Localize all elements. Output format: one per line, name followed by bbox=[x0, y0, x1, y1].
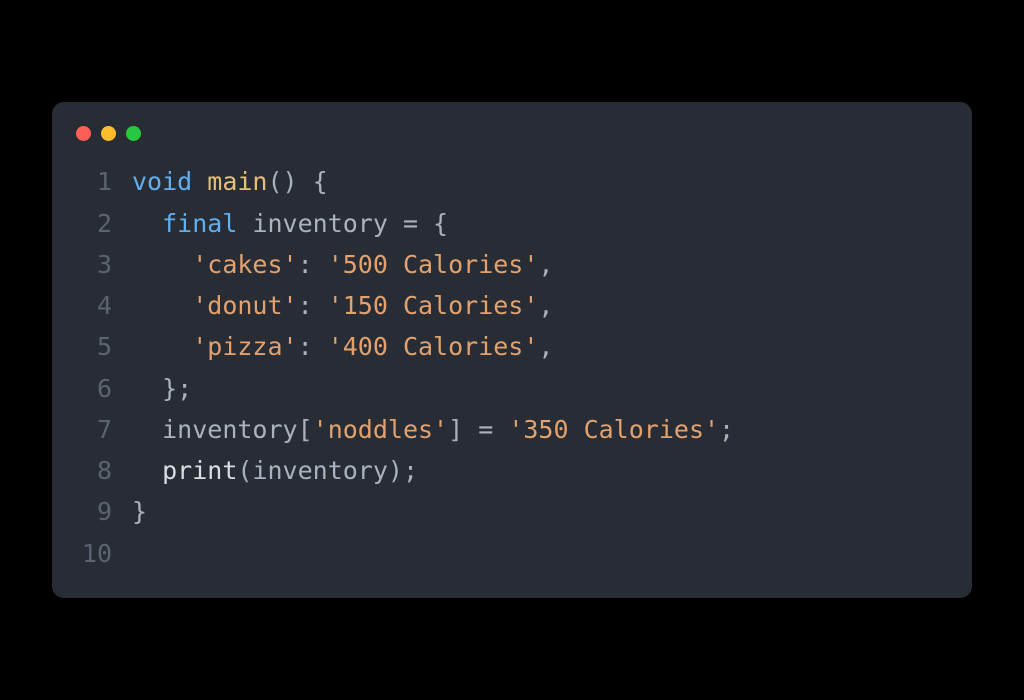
code-token: inventory bbox=[252, 456, 387, 485]
window-controls bbox=[52, 126, 972, 161]
code-line[interactable]: 1 void main() { bbox=[52, 161, 972, 202]
code-line[interactable]: 3 'cakes': '500 Calories', bbox=[52, 244, 972, 285]
code-token: 'noddles' bbox=[313, 415, 448, 444]
code-token: inventory bbox=[252, 209, 387, 238]
code-token: '350 Calories' bbox=[508, 415, 719, 444]
code-token: : bbox=[298, 332, 328, 361]
code-token bbox=[132, 332, 192, 361]
line-number: 5 bbox=[76, 326, 112, 367]
code-token: }; bbox=[132, 374, 192, 403]
code-token: ( bbox=[237, 456, 252, 485]
code-token: final bbox=[162, 209, 237, 238]
line-content[interactable]: final inventory = { bbox=[132, 203, 448, 244]
code-token: ] = bbox=[448, 415, 508, 444]
line-number: 9 bbox=[76, 491, 112, 532]
code-token: : bbox=[298, 291, 328, 320]
code-token bbox=[132, 250, 192, 279]
code-line[interactable]: 2 final inventory = { bbox=[52, 203, 972, 244]
code-token: '400 Calories' bbox=[328, 332, 539, 361]
code-token: inventory bbox=[162, 415, 297, 444]
code-line[interactable]: 5 'pizza': '400 Calories', bbox=[52, 326, 972, 367]
code-token: , bbox=[538, 332, 553, 361]
code-token: void bbox=[132, 167, 192, 196]
code-token: 'donut' bbox=[192, 291, 297, 320]
code-editor-window: 1void main() {2 final inventory = {3 'ca… bbox=[52, 102, 972, 598]
code-token: 'pizza' bbox=[192, 332, 297, 361]
line-number: 3 bbox=[76, 244, 112, 285]
code-token: ; bbox=[719, 415, 734, 444]
line-content[interactable]: print(inventory); bbox=[132, 450, 418, 491]
line-number: 4 bbox=[76, 285, 112, 326]
code-token: () { bbox=[268, 167, 328, 196]
code-line[interactable]: 10 bbox=[52, 533, 972, 574]
line-number: 7 bbox=[76, 409, 112, 450]
line-content[interactable]: }; bbox=[132, 368, 192, 409]
close-icon[interactable] bbox=[76, 126, 91, 141]
line-content[interactable]: 'pizza': '400 Calories', bbox=[132, 326, 553, 367]
code-token: [ bbox=[298, 415, 313, 444]
line-number: 10 bbox=[76, 533, 112, 574]
line-content[interactable]: inventory['noddles'] = '350 Calories'; bbox=[132, 409, 734, 450]
code-line[interactable]: 9} bbox=[52, 491, 972, 532]
code-token: 'cakes' bbox=[192, 250, 297, 279]
code-token bbox=[132, 209, 162, 238]
code-token: , bbox=[538, 250, 553, 279]
line-number: 6 bbox=[76, 368, 112, 409]
code-line[interactable]: 4 'donut': '150 Calories', bbox=[52, 285, 972, 326]
line-number: 2 bbox=[76, 203, 112, 244]
code-token bbox=[132, 456, 162, 485]
code-token: '500 Calories' bbox=[328, 250, 539, 279]
code-token: = { bbox=[388, 209, 448, 238]
line-content[interactable]: 'cakes': '500 Calories', bbox=[132, 244, 553, 285]
code-token: print bbox=[162, 456, 237, 485]
line-content[interactable]: 'donut': '150 Calories', bbox=[132, 285, 553, 326]
code-token: '150 Calories' bbox=[328, 291, 539, 320]
code-token bbox=[132, 415, 162, 444]
code-token: : bbox=[298, 250, 328, 279]
line-content[interactable]: } bbox=[132, 491, 147, 532]
minimize-icon[interactable] bbox=[101, 126, 116, 141]
line-content[interactable]: void main() { bbox=[132, 161, 328, 202]
code-line[interactable]: 6 }; bbox=[52, 368, 972, 409]
code-token bbox=[192, 167, 207, 196]
code-token: , bbox=[538, 291, 553, 320]
code-token bbox=[237, 209, 252, 238]
code-area[interactable]: 1void main() {2 final inventory = {3 'ca… bbox=[52, 161, 972, 574]
line-number: 1 bbox=[76, 161, 112, 202]
code-token: } bbox=[132, 497, 147, 526]
code-line[interactable]: 7 inventory['noddles'] = '350 Calories'; bbox=[52, 409, 972, 450]
code-token: main bbox=[207, 167, 267, 196]
code-token bbox=[132, 291, 192, 320]
code-token: ); bbox=[388, 456, 418, 485]
line-number: 8 bbox=[76, 450, 112, 491]
maximize-icon[interactable] bbox=[126, 126, 141, 141]
code-line[interactable]: 8 print(inventory); bbox=[52, 450, 972, 491]
